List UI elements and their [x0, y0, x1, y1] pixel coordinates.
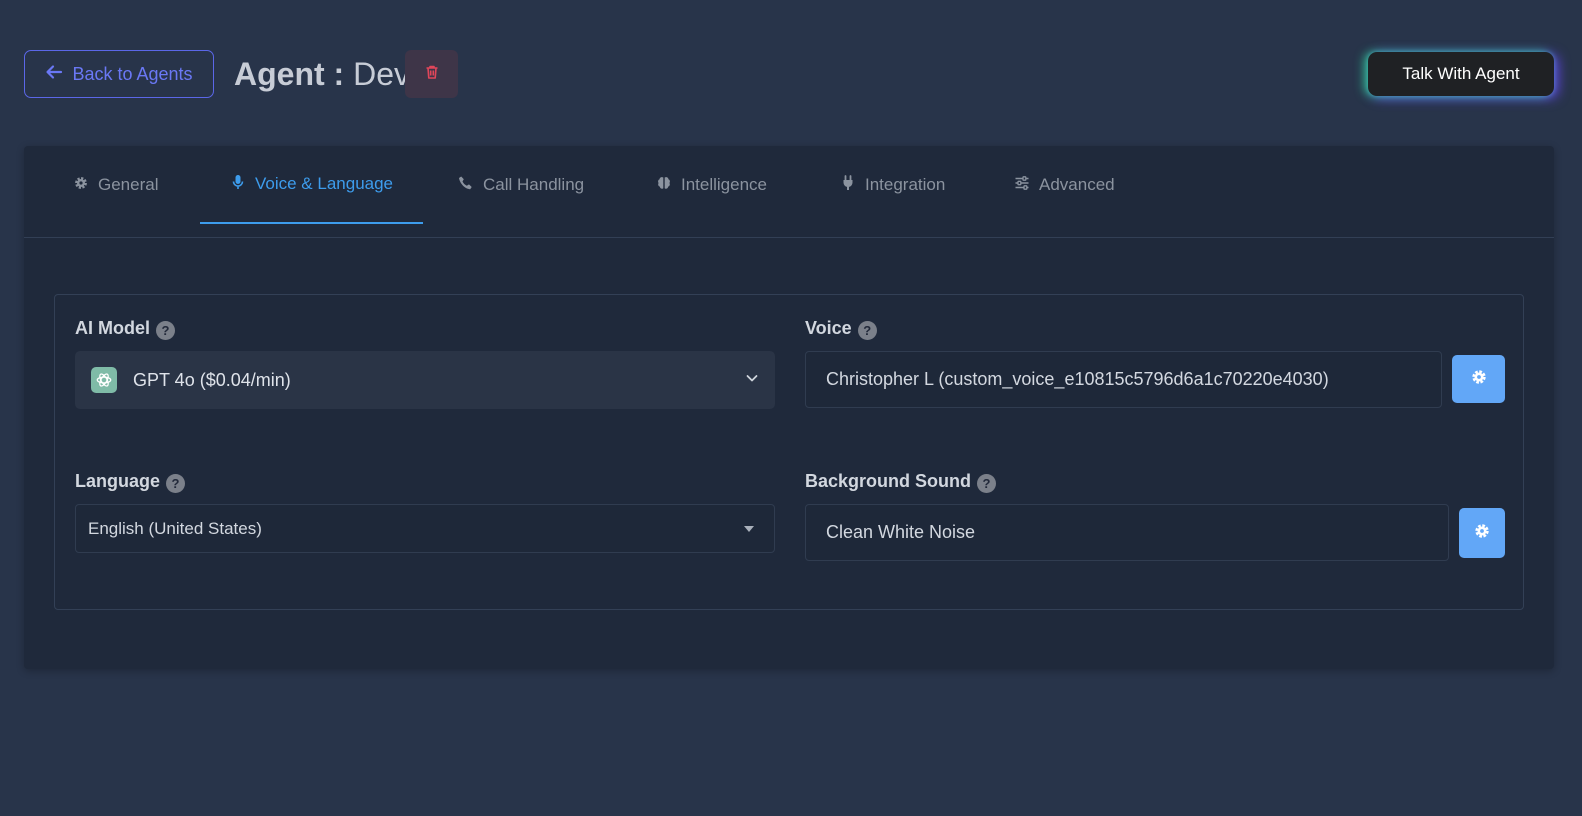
tab-intelligence[interactable]: Intelligence — [656, 146, 767, 224]
gear-icon — [1470, 368, 1488, 391]
voice-value: Christopher L (custom_voice_e10815c5796d… — [826, 369, 1329, 389]
tab-call-handling[interactable]: Call Handling — [458, 146, 584, 224]
tab-advanced[interactable]: Advanced — [1014, 146, 1115, 224]
background-sound-input[interactable]: Clean White Noise — [805, 504, 1449, 561]
arrow-left-icon — [45, 63, 63, 86]
gear-icon — [1473, 522, 1491, 545]
background-sound-label: Background Sound ? — [805, 470, 996, 493]
back-to-agents-label: Back to Agents — [72, 63, 193, 84]
tab-voice-language-label: Voice & Language — [255, 174, 394, 193]
talk-with-agent-button[interactable]: Talk With Agent — [1368, 52, 1554, 96]
plug-icon — [840, 174, 856, 196]
agent-name: Dev — [353, 56, 410, 92]
ai-model-label: AI Model ? — [75, 317, 175, 340]
agent-settings-card: General Voice & Language Call Handling I… — [24, 146, 1554, 669]
voice-label: Voice ? — [805, 317, 877, 340]
tab-bar: General Voice & Language Call Handling I… — [24, 146, 1554, 238]
tab-call-handling-label: Call Handling — [483, 175, 585, 194]
tab-voice-language[interactable]: Voice & Language — [200, 146, 424, 224]
help-icon[interactable]: ? — [156, 321, 175, 340]
voice-settings-button[interactable] — [1452, 355, 1505, 403]
help-icon[interactable]: ? — [857, 321, 877, 340]
talk-with-agent-label: Talk With Agent — [1402, 64, 1520, 83]
tab-intelligence-label: Intelligence — [681, 175, 768, 194]
language-label: Language ? — [75, 470, 186, 493]
background-sound-value: Clean White Noise — [826, 522, 976, 542]
gear-icon — [73, 175, 89, 196]
background-sound-settings-button[interactable] — [1459, 508, 1505, 558]
tab-general[interactable]: General — [73, 146, 158, 224]
caret-down-icon — [744, 525, 754, 532]
ai-model-value: GPT 4o ($0.04/min) — [133, 369, 291, 390]
ai-model-select[interactable]: GPT 4o ($0.04/min) — [75, 351, 775, 409]
language-select[interactable]: English (United States) — [75, 504, 775, 553]
back-to-agents-button[interactable]: Back to Agents — [24, 50, 214, 98]
trash-icon — [424, 64, 440, 85]
microphone-icon — [230, 174, 246, 195]
page-title-prefix: Agent : — [234, 56, 354, 92]
help-icon[interactable]: ? — [977, 474, 996, 493]
brain-icon — [656, 175, 672, 196]
language-value: English (United States) — [88, 518, 262, 538]
help-icon[interactable]: ? — [166, 474, 186, 493]
phone-icon — [458, 175, 474, 196]
chevron-down-icon — [745, 371, 759, 390]
background-sound-label-text: Background Sound — [805, 471, 971, 491]
page-title: Agent : Dev — [234, 56, 410, 93]
delete-agent-button[interactable] — [405, 50, 458, 98]
tab-advanced-label: Advanced — [1039, 175, 1115, 194]
language-label-text: Language — [75, 471, 161, 491]
voice-label-text: Voice — [805, 318, 852, 338]
ai-model-label-text: AI Model — [75, 318, 150, 338]
tab-general-label: General — [98, 175, 159, 194]
voice-input[interactable]: Christopher L (custom_voice_e10815c5796d… — [805, 351, 1442, 408]
tab-integration-label: Integration — [865, 175, 946, 194]
voice-language-panel: AI Model ? GPT 4o ($0.04/min) Voice ? Ch… — [54, 294, 1524, 610]
tab-integration[interactable]: Integration — [840, 146, 945, 224]
sliders-icon — [1014, 175, 1030, 196]
openai-logo-icon — [91, 367, 117, 393]
